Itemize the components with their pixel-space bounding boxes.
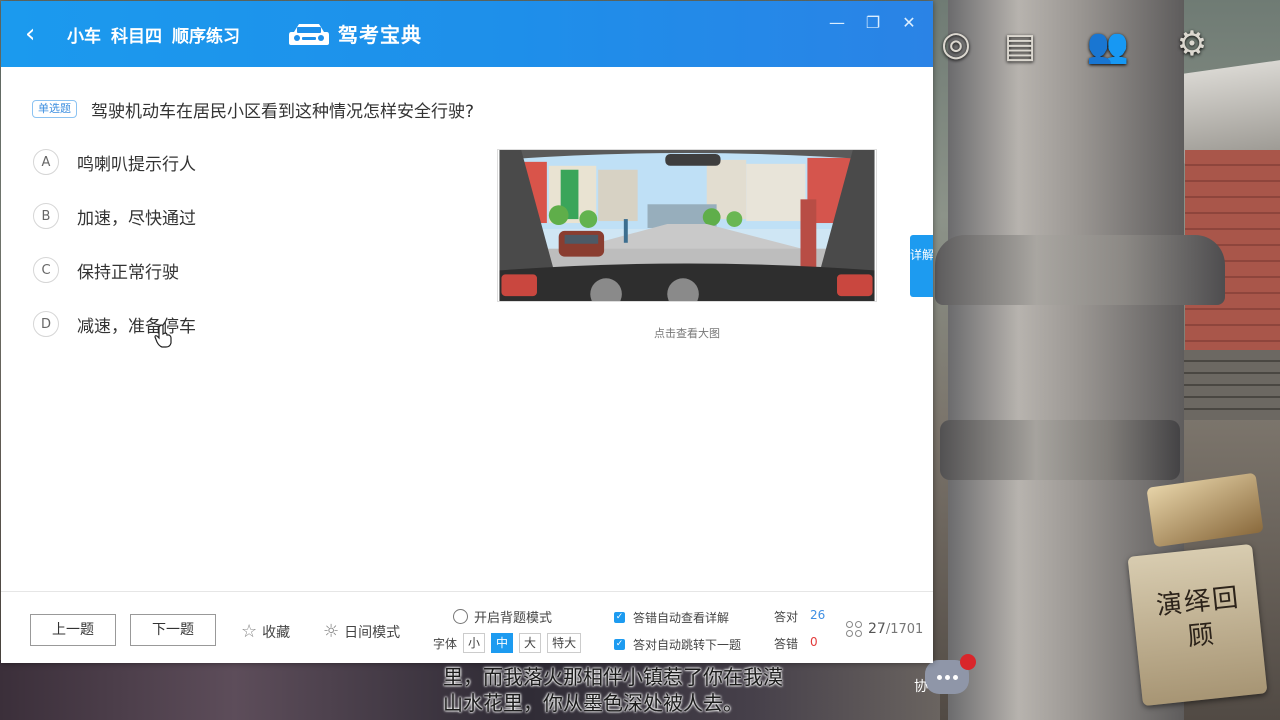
option-letter: D xyxy=(33,311,59,337)
memorize-mode-label: 开启背题模式 xyxy=(474,611,553,626)
favorite-label: 收藏 xyxy=(262,624,291,641)
auto-next-checkbox[interactable]: ✓ xyxy=(614,639,625,650)
settings-gear-icon[interactable]: ⚙ xyxy=(1170,22,1214,66)
option-letter: B xyxy=(33,203,59,229)
option-c[interactable]: C 保持正常行驶 xyxy=(33,257,179,283)
breadcrumb-subject: 科目四 xyxy=(111,27,162,47)
review-scroll-label: 演绎回顾 xyxy=(1154,582,1242,653)
option-a[interactable]: A 鸣喇叭提示行人 xyxy=(33,149,196,175)
font-size-xlarge[interactable]: 特大 xyxy=(547,633,582,653)
font-size-selector: 字体 小 中 大 特大 xyxy=(433,633,582,653)
star-icon: ☆ xyxy=(241,621,258,642)
day-mode-button[interactable]: ☼ 日间模式 xyxy=(323,621,400,642)
breadcrumb: 小车 科目四 顺序练习 xyxy=(67,22,240,47)
video-subtitle: 里，而我落火那相伴小镇惹了你在我漠 山水花里，你从墨色深处被人去。 xyxy=(443,664,863,716)
option-text: 加速，尽快通过 xyxy=(77,208,196,229)
brand: 驾考宝典 xyxy=(288,19,422,48)
close-icon[interactable]: ✕ xyxy=(899,13,919,33)
brand-name: 驾考宝典 xyxy=(338,23,422,47)
font-size-small[interactable]: 小 xyxy=(463,633,486,653)
auto-detail-option[interactable]: ✓ 答错自动查看详解 xyxy=(614,609,729,626)
progress-current: 27 xyxy=(868,621,886,637)
font-size-large[interactable]: 大 xyxy=(519,633,542,653)
auto-next-label: 答对自动跳转下一题 xyxy=(633,638,742,652)
wrong-value: 0 xyxy=(810,635,818,649)
option-letter: C xyxy=(33,257,59,283)
car-logo-icon xyxy=(289,23,329,45)
correct-count: 答对 26 xyxy=(774,608,825,625)
explanation-tab[interactable]: 详解 xyxy=(910,235,933,297)
option-text: 鸣喇叭提示行人 xyxy=(77,154,196,175)
compass-icon[interactable]: ◎ xyxy=(934,22,978,66)
favorite-button[interactable]: ☆ 收藏 xyxy=(241,621,290,642)
option-text: 保持正常行驶 xyxy=(77,262,179,283)
background-pillar-ring xyxy=(940,420,1180,480)
titlebar: ‹ 小车 科目四 顺序练习 驾考宝典 — ❐ ✕ xyxy=(1,1,933,67)
chevron-left-icon[interactable]: ‹ xyxy=(25,21,49,47)
footer-toolbar: 上一题 下一题 ☆ 收藏 ☼ 日间模式 开启背题模式 字体 小 中 大 特大 ✓… xyxy=(1,591,933,663)
next-question-button[interactable]: 下一题 xyxy=(130,614,216,646)
previous-question-button[interactable]: 上一题 xyxy=(30,614,116,646)
auto-detail-label: 答错自动查看详解 xyxy=(633,611,730,625)
question-type-badge: 单选题 xyxy=(32,100,77,118)
progress-total: /1701 xyxy=(885,622,924,637)
question-scene-image[interactable] xyxy=(497,149,877,302)
background-pillar-cap xyxy=(935,235,1225,305)
restore-icon[interactable]: ❐ xyxy=(863,13,883,33)
question-text: 驾驶机动车在居民小区看到这种情况怎样安全行驶? xyxy=(91,102,475,122)
auto-next-option[interactable]: ✓ 答对自动跳转下一题 xyxy=(614,636,741,653)
option-b[interactable]: B 加速，尽快通过 xyxy=(33,203,196,229)
wrong-count: 答错 0 xyxy=(774,635,818,652)
question-area: 单选题 驾驶机动车在居民小区看到这种情况怎样安全行驶? A 鸣喇叭提示行人 B … xyxy=(1,67,933,591)
auto-detail-checkbox[interactable]: ✓ xyxy=(614,612,625,623)
font-size-label: 字体 xyxy=(433,636,458,651)
minimize-icon[interactable]: — xyxy=(827,13,847,33)
question-grid-icon xyxy=(846,621,862,637)
hand-cursor-icon xyxy=(154,324,172,348)
memorize-mode-toggle[interactable]: 开启背题模式 xyxy=(453,607,552,626)
correct-label: 答对 xyxy=(774,610,799,624)
exam-app-window: ‹ 小车 科目四 顺序练习 驾考宝典 — ❐ ✕ 单选题 驾驶机动车在居民小区看… xyxy=(1,1,933,663)
correct-value: 26 xyxy=(810,608,826,622)
sun-icon: ☼ xyxy=(323,621,340,642)
question-progress[interactable]: 27/1701 xyxy=(846,621,923,637)
subtitle-line: 山水花里，你从墨色深处被人去。 xyxy=(443,691,743,715)
wrong-label: 答错 xyxy=(774,637,799,651)
font-size-medium[interactable]: 中 xyxy=(491,633,514,653)
friends-icon[interactable]: 👥 xyxy=(1086,24,1130,68)
day-mode-label: 日间模式 xyxy=(344,624,401,641)
memorize-mode-radio[interactable] xyxy=(453,609,468,624)
breadcrumb-vehicle: 小车 xyxy=(67,27,101,47)
view-large-image-link[interactable]: 点击查看大图 xyxy=(497,325,877,341)
subtitle-line: 里，而我落火那相伴小镇惹了你在我漠 xyxy=(443,665,783,689)
option-text: 减速，准备停车 xyxy=(77,316,196,337)
option-letter: A xyxy=(33,149,59,175)
chat-label: 协 xyxy=(914,679,928,695)
notification-badge xyxy=(960,654,976,670)
archive-icon[interactable]: ▤ xyxy=(998,24,1042,68)
breadcrumb-mode: 顺序练习 xyxy=(172,27,240,47)
